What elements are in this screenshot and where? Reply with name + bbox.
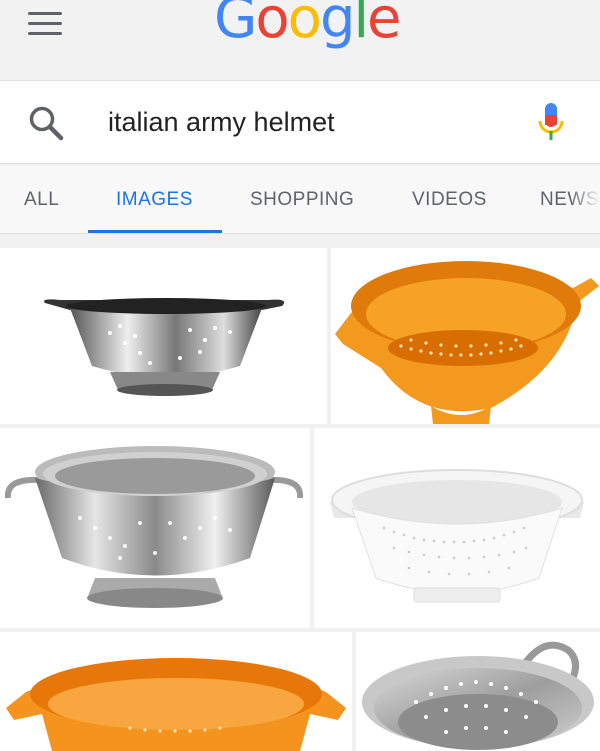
steel-colander-image-2 [362, 641, 594, 750]
image-result-white-colander[interactable] [314, 428, 600, 628]
tab-all[interactable]: ALL [24, 189, 59, 211]
tab-videos[interactable]: VIDEOS [412, 189, 487, 211]
tabs-fade-edge [570, 166, 600, 233]
active-tab-indicator [88, 230, 222, 233]
logo-letter: l [353, 0, 369, 51]
microphone-icon[interactable] [536, 101, 566, 145]
logo-letter: e [367, 0, 401, 51]
menu-line [28, 32, 62, 35]
menu-line [28, 12, 62, 15]
top-bar: Google [0, 0, 600, 78]
orange-colander-image [335, 261, 599, 424]
search-tabs: ALL IMAGES SHOPPING VIDEOS NEWS [0, 166, 600, 234]
logo-letter: g [319, 0, 356, 51]
orange-colander-image-2 [6, 658, 346, 751]
logo-letter: o [255, 0, 289, 51]
menu-line [28, 22, 62, 25]
search-box[interactable]: italian army helmet [0, 80, 600, 164]
image-result-orange-colander-2[interactable] [0, 632, 352, 751]
hamburger-menu-icon[interactable] [28, 12, 62, 38]
image-result-steel-colander-footed[interactable] [0, 428, 310, 628]
logo-letter: o [287, 0, 322, 51]
image-result-orange-colander[interactable] [331, 248, 600, 424]
footed-steel-colander-image [4, 446, 304, 608]
image-result-steel-colander[interactable] [0, 248, 327, 424]
logo-letter: G [214, 0, 257, 51]
image-result-steel-colander-2[interactable] [356, 632, 600, 751]
image-results-grid [0, 236, 600, 751]
white-colander-image [330, 469, 584, 603]
tab-shopping[interactable]: SHOPPING [250, 189, 354, 211]
google-logo[interactable]: Google [214, 0, 402, 52]
search-query-input[interactable]: italian army helmet [108, 105, 335, 139]
tab-images[interactable]: IMAGES [116, 189, 193, 211]
search-icon[interactable] [26, 103, 66, 143]
steel-colander-image [44, 298, 285, 396]
